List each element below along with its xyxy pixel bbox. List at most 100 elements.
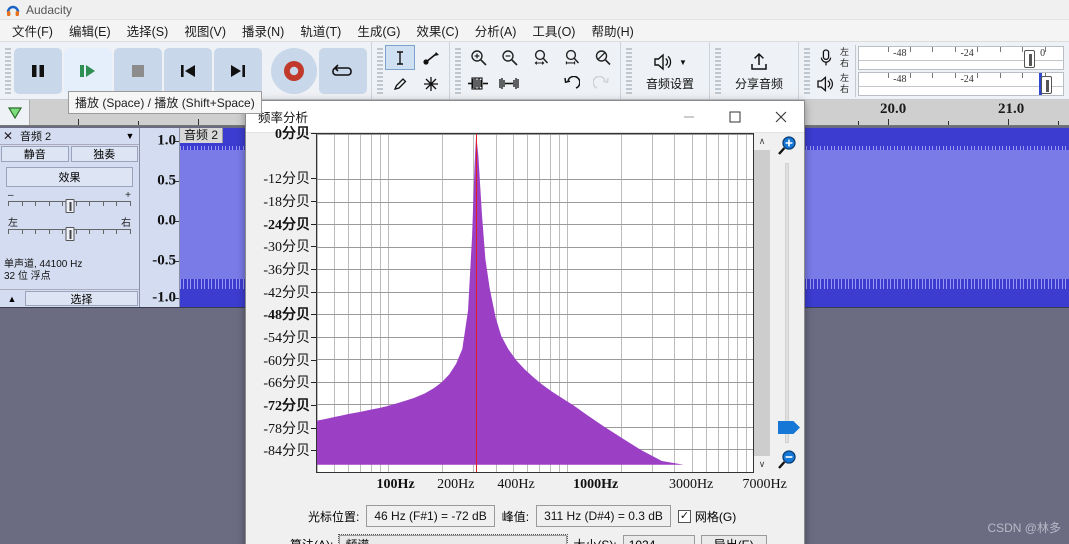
algorithm-row: 算法(A): 频谱 ⌄ 大小(S): 1024 ⌄ 导出(E) — [246, 531, 804, 544]
playback-meter-bar[interactable]: -48 -24 — [858, 71, 1064, 96]
gain-slider-thumb[interactable] — [65, 199, 74, 213]
algorithm-value: 频谱 — [345, 536, 369, 544]
algorithm-select[interactable]: 频谱 ⌄ — [338, 534, 569, 544]
selection-tool-button[interactable] — [385, 45, 415, 70]
menu-analyze[interactable]: 分析(A) — [467, 19, 525, 42]
select-track-button[interactable]: 选择 — [25, 291, 138, 306]
track-info-line-2: 32 位 浮点 — [4, 271, 51, 282]
checkbox-icon[interactable] — [677, 509, 691, 523]
menu-tools[interactable]: 工具(O) — [524, 19, 583, 42]
toolbar-grip[interactable] — [5, 47, 11, 94]
skip-to-end-button[interactable] — [214, 47, 262, 94]
menu-bar: 文件(F) 编辑(E) 选择(S) 视图(V) 播录(N) 轨道(T) 生成(G… — [0, 20, 1069, 42]
chevron-down-icon[interactable]: ▼ — [123, 131, 137, 141]
frequency-plot-y-axis: 0分贝 -12分贝 -18分贝 -24分贝 -30分贝 -36分贝 -42分贝 -48分贝 -5… — [252, 127, 316, 473]
zoom-slider-track[interactable] — [785, 163, 789, 443]
menu-view[interactable]: 视图(V) — [176, 19, 234, 42]
zoom-out-icon[interactable] — [776, 449, 798, 471]
vertical-ruler[interactable]: 1.0 0.5 0.0 -0.5 -1.0 — [140, 128, 180, 307]
frequency-analysis-dialog: 频率分析 0分贝 -12分贝 -18分贝 -24分贝 -30分贝 -36分贝 -42分贝 -4… — [245, 100, 805, 544]
zoom-in-button[interactable] — [463, 45, 493, 70]
zoom-out-button[interactable] — [494, 45, 524, 70]
menu-effect[interactable]: 效果(C) — [408, 19, 466, 42]
stop-button[interactable] — [114, 47, 162, 94]
audio-setup-button[interactable]: ▼ 音频设置 — [634, 46, 706, 96]
maximize-icon[interactable] — [712, 101, 758, 132]
y-axis-tick-label: -12分贝 — [263, 172, 310, 188]
gain-slider[interactable]: – + — [8, 191, 131, 217]
toolbar-grip[interactable] — [377, 47, 383, 94]
menu-tracks[interactable]: 轨道(T) — [292, 19, 349, 42]
recording-meter[interactable]: 左 右 -48 -24 0 — [812, 44, 1066, 71]
share-audio-button[interactable]: 分享音频 — [723, 46, 795, 96]
meter-tick-24: -24 — [960, 73, 974, 85]
grid-checkbox-label: 网格(G) — [694, 509, 737, 524]
dialog-title-bar[interactable]: 频率分析 — [246, 101, 804, 133]
recording-meter-bar[interactable]: -48 -24 0 — [858, 45, 1064, 70]
speaker-icon — [812, 71, 840, 97]
toolbar-grip[interactable] — [455, 47, 461, 94]
size-select[interactable]: 1024 ⌄ — [622, 535, 695, 544]
vruler-label-neg1: -1.0 — [152, 289, 176, 306]
meter-right-label: 右 — [840, 57, 850, 68]
meter-left-label: 左 — [840, 72, 850, 83]
scroll-down-icon[interactable]: ∨ — [754, 456, 770, 473]
timeline-pinned-play-head-button[interactable] — [0, 100, 30, 125]
zoom-slider-handle[interactable] — [778, 421, 800, 434]
solo-button[interactable]: 独奏 — [70, 146, 138, 162]
frequency-plot[interactable] — [316, 133, 754, 473]
cursor-line[interactable] — [476, 134, 478, 472]
skip-to-start-button[interactable] — [164, 47, 212, 94]
menu-help[interactable]: 帮助(H) — [583, 19, 641, 42]
envelope-tool-button[interactable] — [416, 45, 446, 70]
fit-project-button[interactable] — [556, 45, 586, 70]
recording-meter-handle[interactable] — [1024, 49, 1036, 68]
record-button[interactable] — [271, 47, 317, 94]
playback-meter-handle[interactable] — [1040, 75, 1052, 94]
silence-audio-button[interactable] — [494, 71, 524, 96]
undo-button[interactable] — [556, 71, 586, 96]
export-button[interactable]: 导出(E) — [700, 535, 767, 544]
pan-slider-thumb[interactable] — [65, 227, 74, 241]
pan-slider[interactable]: 左 右 — [8, 219, 131, 245]
spectrum-curve — [317, 134, 750, 465]
fit-selection-button[interactable] — [525, 45, 555, 70]
playback-meter[interactable]: 左 右 -48 -24 — [812, 70, 1066, 97]
redo-button[interactable] — [587, 71, 617, 96]
close-icon[interactable] — [758, 101, 804, 132]
zoom-in-icon[interactable] — [776, 135, 798, 157]
minimize-icon[interactable] — [666, 101, 712, 132]
multi-tool-button[interactable] — [416, 71, 446, 96]
plot-zoom-controls — [770, 133, 804, 473]
app-title: Audacity — [26, 2, 73, 17]
toolbar-grip[interactable] — [626, 47, 632, 94]
play-button[interactable] — [64, 47, 112, 94]
toolbar-grip[interactable] — [804, 47, 811, 94]
track-name-label[interactable]: 音频 2 — [18, 128, 119, 144]
loop-button[interactable] — [319, 47, 367, 94]
x-axis-tick-label: 400Hz — [497, 477, 535, 492]
collapse-track-icon[interactable]: ▲ — [0, 290, 24, 307]
trim-audio-button[interactable] — [463, 71, 493, 96]
menu-transport[interactable]: 播录(N) — [234, 19, 292, 42]
scrollbar-track[interactable] — [754, 150, 770, 456]
menu-generate[interactable]: 生成(G) — [349, 19, 408, 42]
menu-edit[interactable]: 编辑(E) — [61, 19, 119, 42]
pause-button[interactable] — [14, 47, 62, 94]
cursor-position-label: 光标位置: — [308, 509, 360, 524]
close-track-icon[interactable]: ✕ — [2, 129, 14, 143]
menu-file[interactable]: 文件(F) — [4, 19, 61, 42]
draw-tool-button[interactable] — [385, 71, 415, 96]
mute-button[interactable]: 静音 — [1, 146, 69, 162]
grid-checkbox[interactable]: 网格(G) — [677, 508, 737, 525]
audio-setup-toolbar: ▼ 音频设置 — [621, 42, 711, 99]
vruler-label-0: 0.0 — [157, 212, 176, 229]
clip-title-bar[interactable]: 音频 2 — [180, 128, 224, 143]
menu-select[interactable]: 选择(S) — [119, 19, 177, 42]
effects-button[interactable]: 效果 — [6, 167, 133, 187]
meter-tick-48: -48 — [893, 73, 907, 85]
plot-vertical-scrollbar[interactable]: ∧ ∨ — [754, 133, 770, 473]
scroll-up-icon[interactable]: ∧ — [754, 133, 770, 150]
toolbar-grip[interactable] — [715, 47, 722, 94]
zoom-toggle-button[interactable] — [587, 45, 617, 70]
